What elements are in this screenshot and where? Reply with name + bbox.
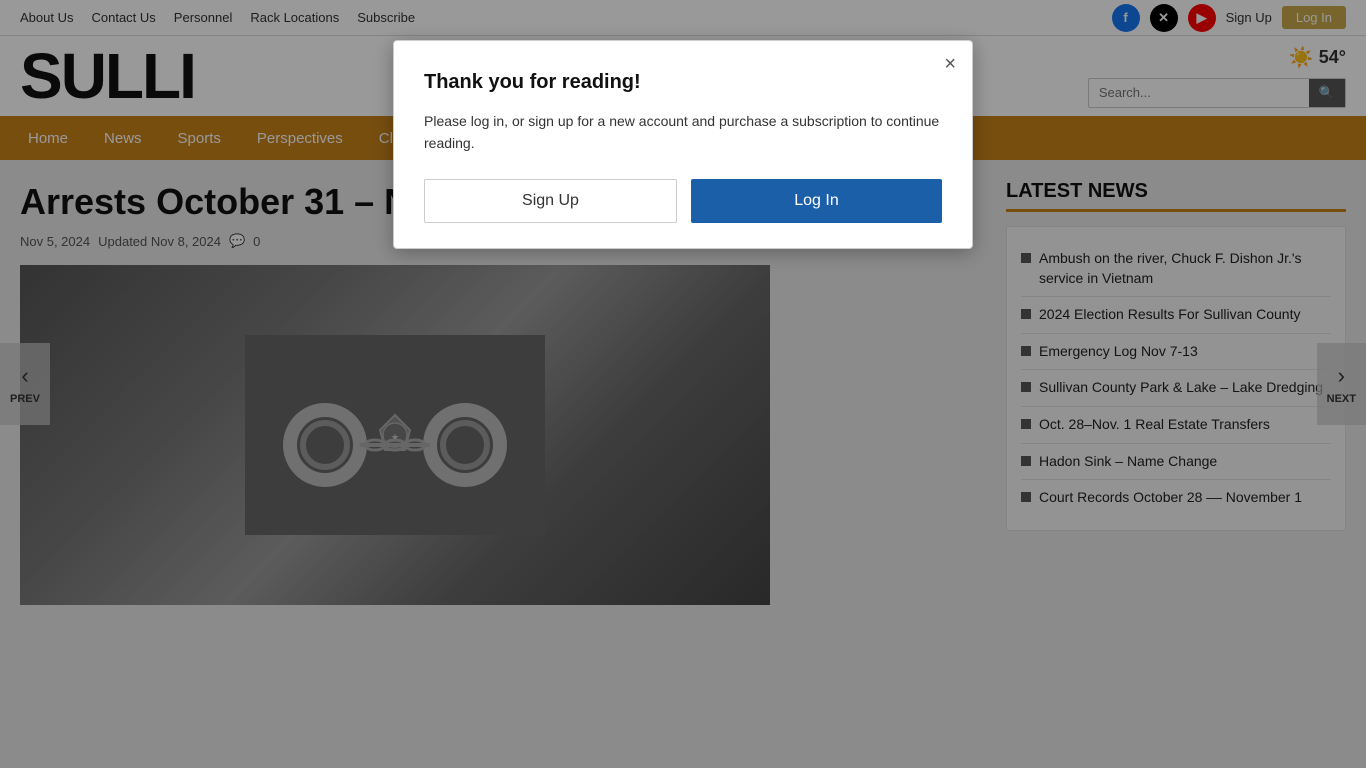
- modal-login-button[interactable]: Log In: [691, 179, 942, 223]
- modal-overlay: × Thank you for reading! Please log in, …: [0, 0, 1366, 768]
- modal-buttons: Sign Up Log In: [424, 179, 942, 223]
- modal-title: Thank you for reading!: [424, 71, 942, 94]
- modal-signup-button[interactable]: Sign Up: [424, 179, 677, 223]
- modal-close-button[interactable]: ×: [944, 53, 956, 76]
- modal-body: Please log in, or sign up for a new acco…: [424, 110, 942, 155]
- subscription-modal: × Thank you for reading! Please log in, …: [393, 40, 973, 249]
